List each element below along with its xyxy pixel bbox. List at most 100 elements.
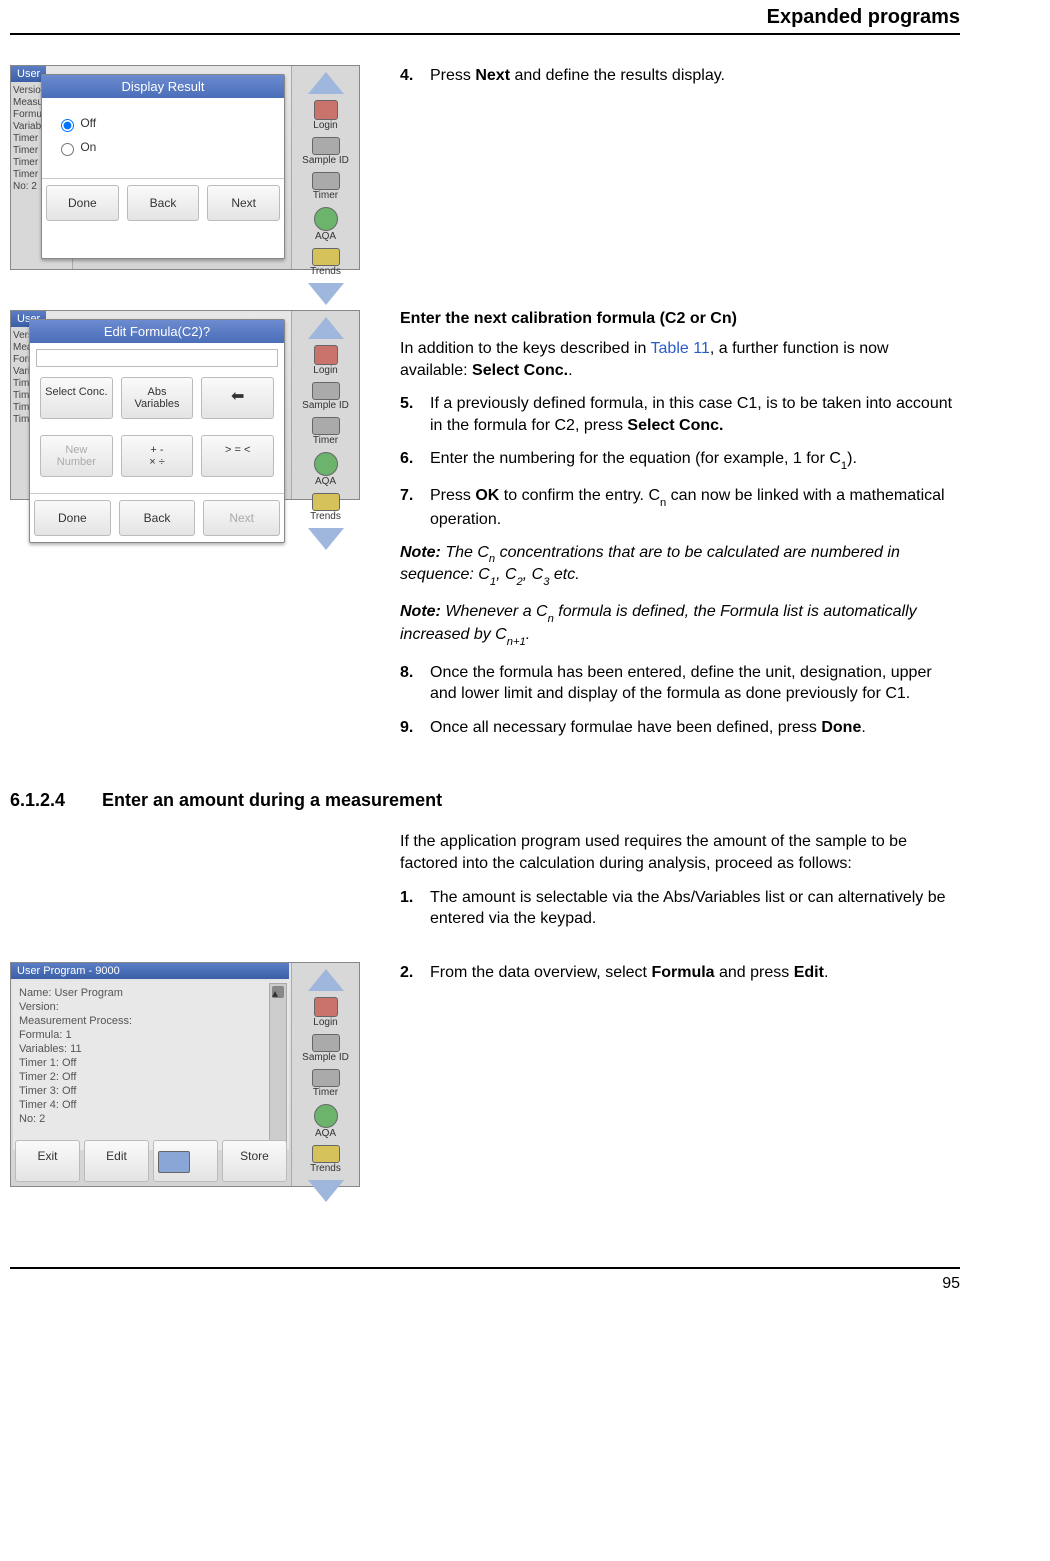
formula-input[interactable] bbox=[36, 349, 278, 367]
scroll-up-icon[interactable] bbox=[308, 72, 344, 94]
next-button[interactable]: Next bbox=[203, 500, 280, 536]
sample-id-icon[interactable] bbox=[312, 137, 340, 155]
list-item[interactable]: Name: User Program bbox=[19, 987, 283, 999]
sidebar-aqa[interactable]: AQA bbox=[294, 1128, 357, 1139]
next-button[interactable]: Next bbox=[207, 185, 280, 221]
section-number: 6.1.2.4 bbox=[10, 790, 102, 811]
aqa-icon[interactable] bbox=[314, 452, 338, 476]
step-number: 2. bbox=[400, 962, 430, 984]
step-text: Once all necessary formulae have been de… bbox=[430, 717, 960, 739]
list-item[interactable]: Version: bbox=[19, 1001, 283, 1013]
step-text: The amount is selectable via the Abs/Var… bbox=[430, 887, 960, 930]
section-heading: 6.1.2.4 Enter an amount during a measure… bbox=[10, 790, 960, 811]
radio-on-label: On bbox=[80, 140, 96, 154]
list-item[interactable]: Formula: 1 bbox=[19, 1029, 283, 1041]
paragraph: In addition to the keys described in Tab… bbox=[400, 338, 960, 381]
sidebar-trends[interactable]: Trends bbox=[294, 1163, 357, 1174]
edit-button[interactable]: Edit bbox=[84, 1140, 149, 1182]
radio-on[interactable]: On bbox=[56, 140, 270, 156]
sidebar-sample-id[interactable]: Sample ID bbox=[294, 400, 357, 411]
note: Note: Whenever a Cn formula is defined, … bbox=[400, 602, 960, 648]
step-text: Enter the numbering for the equation (fo… bbox=[430, 448, 960, 472]
list-item[interactable]: No: 2 bbox=[19, 1113, 283, 1125]
trends-icon[interactable] bbox=[312, 493, 340, 511]
trends-icon[interactable] bbox=[312, 248, 340, 266]
list-item[interactable]: Timer 2: Off bbox=[19, 1071, 283, 1083]
sidebar-trends[interactable]: Trends bbox=[294, 266, 357, 277]
aqa-icon[interactable] bbox=[314, 1104, 338, 1128]
sidebar-login[interactable]: Login bbox=[294, 365, 357, 376]
scroll-up-icon[interactable] bbox=[308, 969, 344, 991]
scroll-down-icon[interactable] bbox=[308, 283, 344, 305]
sidebar-sample-id[interactable]: Sample ID bbox=[294, 1052, 357, 1063]
sidebar-trends[interactable]: Trends bbox=[294, 511, 357, 522]
timer-icon[interactable] bbox=[312, 1069, 340, 1087]
sidebar-timer[interactable]: Timer bbox=[294, 190, 357, 201]
comparison-button[interactable]: > = < bbox=[201, 435, 274, 477]
scrollbar[interactable]: ▴ bbox=[269, 983, 287, 1146]
select-conc-button[interactable]: Select Conc. bbox=[40, 377, 113, 419]
backspace-button[interactable]: ⬅ bbox=[201, 377, 274, 419]
sample-id-icon[interactable] bbox=[312, 382, 340, 400]
exit-button[interactable]: Exit bbox=[15, 1140, 80, 1182]
store-button[interactable]: Store bbox=[222, 1140, 287, 1182]
login-icon[interactable] bbox=[314, 997, 338, 1017]
monitor-button[interactable] bbox=[153, 1140, 218, 1182]
operators-button[interactable]: + - × ÷ bbox=[121, 435, 194, 477]
login-icon[interactable] bbox=[314, 345, 338, 365]
scroll-down-icon[interactable] bbox=[308, 1180, 344, 1202]
monitor-icon bbox=[158, 1151, 190, 1173]
step-text: Press OK to confirm the entry. Cn can no… bbox=[430, 485, 960, 531]
table-link[interactable]: Table 11 bbox=[651, 340, 710, 357]
sidebar-login[interactable]: Login bbox=[294, 120, 357, 131]
sidebar-sample-id[interactable]: Sample ID bbox=[294, 155, 357, 166]
sample-id-icon[interactable] bbox=[312, 1034, 340, 1052]
back-button[interactable]: Back bbox=[127, 185, 200, 221]
aqa-icon[interactable] bbox=[314, 207, 338, 231]
scroll-up-icon[interactable] bbox=[308, 317, 344, 339]
done-button[interactable]: Done bbox=[34, 500, 111, 536]
modal-title: Edit Formula(C2)? bbox=[30, 320, 284, 343]
screenshot-edit-formula: User Version Measu Formul Variabl Timer … bbox=[10, 310, 360, 500]
new-number-button[interactable]: New Number bbox=[40, 435, 113, 477]
screenshot-user-program: User Program - 9000 Name: User Program V… bbox=[10, 962, 360, 1187]
list-item[interactable]: Measurement Process: bbox=[19, 1015, 283, 1027]
radio-off[interactable]: Off bbox=[56, 116, 270, 132]
step-text: If a previously defined formula, in this… bbox=[430, 393, 960, 436]
scroll-thumb-up[interactable]: ▴ bbox=[272, 986, 284, 998]
step-number: 6. bbox=[400, 448, 430, 472]
step-number: 7. bbox=[400, 485, 430, 531]
step-number: 9. bbox=[400, 717, 430, 739]
step-number: 4. bbox=[400, 65, 430, 87]
scroll-down-icon[interactable] bbox=[308, 528, 344, 550]
step-number: 5. bbox=[400, 393, 430, 436]
step-text: Once the formula has been entered, defin… bbox=[430, 662, 960, 705]
screenshot-display-result: User Version Measu Formul Variabl Timer … bbox=[10, 65, 360, 270]
sidebar-timer[interactable]: Timer bbox=[294, 435, 357, 446]
list-item[interactable]: Timer 4: Off bbox=[19, 1099, 283, 1111]
abs-variables-button[interactable]: Abs Variables bbox=[121, 377, 194, 419]
sidebar-timer[interactable]: Timer bbox=[294, 1087, 357, 1098]
sidebar-aqa[interactable]: AQA bbox=[294, 231, 357, 242]
done-button[interactable]: Done bbox=[46, 185, 119, 221]
step-text: From the data overview, select Formula a… bbox=[430, 962, 960, 984]
login-icon[interactable] bbox=[314, 100, 338, 120]
ss3-title: User Program - 9000 bbox=[11, 963, 289, 979]
step-text: Press Next and define the results displa… bbox=[430, 65, 960, 87]
list-item[interactable]: Timer 3: Off bbox=[19, 1085, 283, 1097]
paragraph: If the application program used requires… bbox=[400, 831, 960, 874]
timer-icon[interactable] bbox=[312, 172, 340, 190]
list-item[interactable]: Variables: 11 bbox=[19, 1043, 283, 1055]
sidebar-aqa[interactable]: AQA bbox=[294, 476, 357, 487]
step-number: 1. bbox=[400, 887, 430, 930]
section-title: Enter an amount during a measurement bbox=[102, 790, 442, 811]
list-item[interactable]: Timer 1: Off bbox=[19, 1057, 283, 1069]
sidebar-login[interactable]: Login bbox=[294, 1017, 357, 1028]
modal-title: Display Result bbox=[42, 75, 284, 98]
trends-icon[interactable] bbox=[312, 1145, 340, 1163]
step-number: 8. bbox=[400, 662, 430, 705]
timer-icon[interactable] bbox=[312, 417, 340, 435]
radio-off-label: Off bbox=[80, 116, 96, 130]
back-button[interactable]: Back bbox=[119, 500, 196, 536]
note: Note: The Cn concentrations that are to … bbox=[400, 543, 960, 589]
